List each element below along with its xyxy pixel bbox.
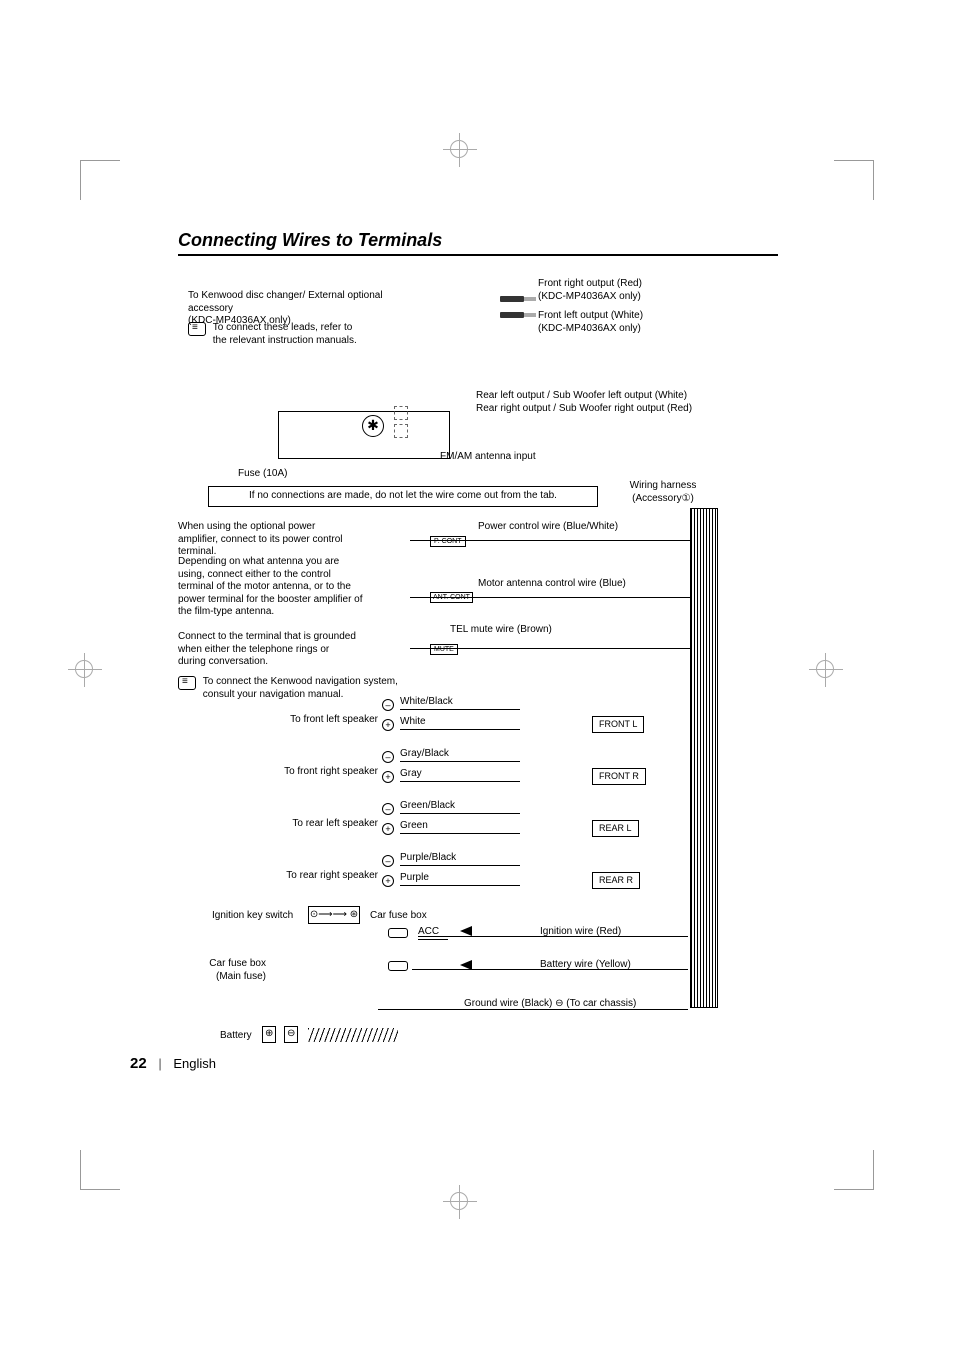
fl-neg: White/Black: [400, 696, 520, 710]
chassis-hatch: [308, 1028, 398, 1042]
rl-pos: Green: [400, 820, 520, 834]
fl-neg-icon: –: [382, 699, 394, 711]
rr-pos-icon: +: [382, 875, 394, 887]
ign-switch-label: Ignition key switch: [212, 910, 293, 923]
battery-label: Battery: [220, 1030, 252, 1043]
harness-bundle: [690, 508, 718, 1008]
ant-wire: Motor antenna control wire (Blue): [478, 578, 626, 591]
gnd-line: [378, 1009, 688, 1010]
rca-front-right-icon: [500, 296, 536, 302]
fr-neg-icon: –: [382, 751, 394, 763]
fr-label: To front right speaker: [282, 766, 378, 779]
pcont-line: [410, 540, 690, 541]
registration-mark-bottom: [450, 1192, 468, 1210]
ign-line: [418, 936, 688, 937]
rr-box: REAR R: [592, 872, 640, 889]
crop-mark-tr: [834, 160, 874, 200]
car-fuse-label: Car fuse box: [370, 910, 427, 923]
rr-neg: Purple/Black: [400, 852, 520, 866]
pcont-wire: Power control wire (Blue/White): [478, 521, 618, 534]
acc-fuse-icon: [388, 928, 408, 938]
front-right-text: Front right output (Red): [538, 278, 642, 289]
fuse-label: Fuse (10A): [238, 468, 287, 481]
rear-right-text: Rear right output / Sub Woofer right out…: [476, 403, 692, 414]
manual-icon: [188, 322, 206, 336]
acc-label: ACC: [418, 926, 448, 940]
tab-note-box: If no connections are made, do not let t…: [208, 486, 598, 507]
tel-note: Connect to the terminal that is grounded…: [178, 631, 358, 669]
front-right-model: (KDC-MP4036AX only): [538, 291, 641, 302]
main-fuse-label: Car fuse box (Main fuse): [196, 958, 266, 983]
acc-arrow-icon: [460, 926, 472, 936]
bat-line: [412, 969, 688, 970]
disc-changer-text: To Kenwood disc changer/ External option…: [188, 290, 383, 314]
section-title: Connecting Wires to Terminals: [178, 230, 778, 256]
page-language: English: [173, 1056, 216, 1071]
fr-box: FRONT R: [592, 768, 646, 785]
fr-pos: Gray: [400, 768, 520, 782]
fl-pos-icon: +: [382, 719, 394, 731]
harness-sub: (Accessory①): [632, 493, 694, 504]
fl-pos: White: [400, 716, 520, 730]
cooling-fan-icon: [362, 415, 384, 437]
rr-pos: Purple: [400, 872, 520, 886]
nav-manual-icon: [178, 676, 196, 690]
page-number: 22: [130, 1055, 147, 1072]
rca-front-left-icon: [500, 312, 536, 318]
front-left-model: (KDC-MP4036AX only): [538, 323, 641, 334]
nav-note-text: To connect the Kenwood navigation system…: [203, 676, 413, 701]
tel-wire: TEL mute wire (Brown): [450, 624, 552, 637]
crop-mark-tl: [80, 160, 120, 200]
front-left-output: Front left output (White) (KDC-MP4036AX …: [538, 310, 643, 335]
manual-note: To connect these leads, refer to the rel…: [188, 322, 368, 347]
rr-neg-icon: –: [382, 855, 394, 867]
rear-outputs: Rear left output / Sub Woofer left outpu…: [476, 390, 736, 415]
port-icon-2: [394, 424, 408, 438]
pcont-tag: P. CONT: [430, 536, 466, 547]
crop-mark-br: [834, 1150, 874, 1190]
battery-plus-icon: ⊕: [262, 1026, 276, 1043]
rear-left-text: Rear left output / Sub Woofer left outpu…: [476, 390, 687, 401]
crop-mark-bl: [80, 1150, 120, 1190]
rl-box: REAR L: [592, 820, 639, 837]
fr-pos-icon: +: [382, 771, 394, 783]
harness-text: Wiring harness: [630, 480, 697, 491]
port-icon-1: [394, 406, 408, 420]
wiring-diagram: To Kenwood disc changer/ External option…: [178, 296, 778, 1106]
rl-pos-icon: +: [382, 823, 394, 835]
registration-mark-left: [75, 660, 93, 678]
nav-note: To connect the Kenwood navigation system…: [178, 676, 428, 701]
fl-label: To front left speaker: [288, 714, 378, 727]
harness-label: Wiring harness (Accessory①): [618, 480, 708, 505]
rl-neg-icon: –: [382, 803, 394, 815]
fmam-label: FM/AM antenna input: [440, 451, 536, 464]
amp-note: When using the optional power amplifier,…: [178, 521, 353, 559]
footer-separator: |: [158, 1056, 161, 1071]
front-right-output: Front right output (Red) (KDC-MP4036AX o…: [538, 278, 642, 303]
rl-neg: Green/Black: [400, 800, 520, 814]
battery-minus-icon: ⊖: [284, 1026, 298, 1043]
ant-line: [410, 597, 690, 598]
antenna-note: Depending on what antenna you are using,…: [178, 556, 363, 619]
rr-label: To rear right speaker: [282, 870, 378, 883]
ign-key-icon: ⊙⟶⟶ ⊛: [308, 906, 360, 924]
front-left-text: Front left output (White): [538, 310, 643, 321]
rl-label: To rear left speaker: [288, 818, 378, 831]
registration-mark-right: [816, 660, 834, 678]
mute-tag: MUTE: [430, 644, 458, 655]
bat-fuse-icon: [388, 961, 408, 971]
registration-mark-top: [450, 140, 468, 158]
mute-line: [410, 648, 690, 649]
page-footer: 22 | English: [130, 1055, 216, 1072]
manual-note-text: To connect these leads, refer to the rel…: [213, 322, 363, 347]
fr-neg: Gray/Black: [400, 748, 520, 762]
fl-box: FRONT L: [592, 716, 644, 733]
tab-note-text: If no connections are made, do not let t…: [249, 490, 557, 501]
